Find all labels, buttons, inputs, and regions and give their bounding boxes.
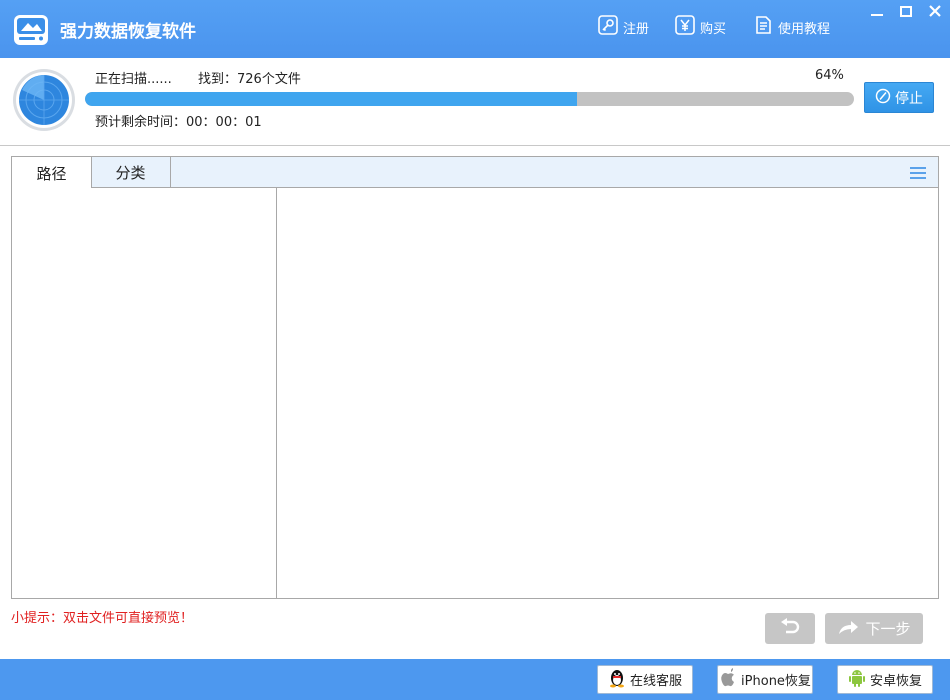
iphone-recover-button[interactable]: iPhone恢复 <box>717 665 813 694</box>
file-list-pane[interactable] <box>277 188 938 598</box>
tab-path[interactable]: 路径 <box>12 157 92 189</box>
minimize-icon <box>871 14 883 16</box>
close-icon <box>929 5 941 17</box>
android-icon <box>848 668 866 692</box>
tutorial-button[interactable]: 使用教程 <box>753 16 830 38</box>
minimize-button[interactable] <box>866 2 888 22</box>
menu-icon[interactable] <box>910 165 926 179</box>
stop-icon <box>875 88 891 108</box>
maximize-icon <box>900 6 912 17</box>
title-bar: 强力数据恢复软件 注册 购买 使用教程 <box>0 0 950 58</box>
register-button[interactable]: 注册 <box>598 15 650 39</box>
stop-label: 停止 <box>895 90 923 107</box>
results-panel: 路径 分类 <box>11 156 939 599</box>
stop-button[interactable]: 停止 <box>864 82 934 113</box>
apple-icon <box>719 667 737 692</box>
online-service-label: 在线客服 <box>629 674 682 689</box>
arrow-forward-icon <box>837 618 859 640</box>
scan-percent-text: 64% <box>815 68 844 83</box>
tab-category[interactable]: 分类 <box>91 157 171 188</box>
android-recover-button[interactable]: 安卓恢复 <box>837 665 933 694</box>
scan-status-text: 正在扫描...... <box>95 72 172 87</box>
back-button[interactable] <box>765 613 815 644</box>
files-found-text: 找到：726个文件 <box>198 72 301 87</box>
radar-icon <box>12 68 76 132</box>
next-step-label: 下一步 <box>865 620 911 638</box>
scan-progress-bar <box>85 92 854 106</box>
tab-category-label: 分类 <box>115 164 146 182</box>
qq-penguin-icon <box>608 668 626 692</box>
buy-label: 购买 <box>700 21 727 37</box>
tip-text: 小提示：双击文件可直接预览！ <box>11 611 194 626</box>
remaining-time-text: 预计剩余时间：00：00：01 <box>95 115 262 130</box>
online-service-button[interactable]: 在线客服 <box>597 665 693 694</box>
scan-progress-fill <box>85 92 578 106</box>
app-title: 强力数据恢复软件 <box>60 22 196 42</box>
app-window: 强力数据恢复软件 注册 购买 使用教程 正在扫描...... 找到：726个文件… <box>0 0 950 700</box>
android-recover-label: 安卓恢复 <box>869 674 922 689</box>
register-label: 注册 <box>623 21 650 37</box>
document-icon <box>753 15 773 39</box>
maximize-button[interactable] <box>895 2 917 22</box>
undo-icon <box>779 617 801 640</box>
iphone-recover-label: iPhone恢复 <box>741 674 811 689</box>
tab-bar: 路径 分类 <box>12 157 938 189</box>
app-logo-icon <box>12 12 50 48</box>
close-button[interactable] <box>924 2 946 22</box>
footer-bar: 在线客服 iPhone恢复 安卓恢复 <box>0 659 950 700</box>
key-icon <box>598 15 618 39</box>
yen-icon <box>675 15 695 39</box>
tab-path-label: 路径 <box>36 164 67 183</box>
tutorial-label: 使用教程 <box>778 21 831 37</box>
scan-status-area: 正在扫描...... 找到：726个文件 64% 预计剩余时间：00：00：01… <box>0 58 950 146</box>
buy-button[interactable]: 购买 <box>675 15 727 39</box>
folder-tree-pane[interactable] <box>12 188 277 598</box>
next-step-button[interactable]: 下一步 <box>825 613 923 644</box>
